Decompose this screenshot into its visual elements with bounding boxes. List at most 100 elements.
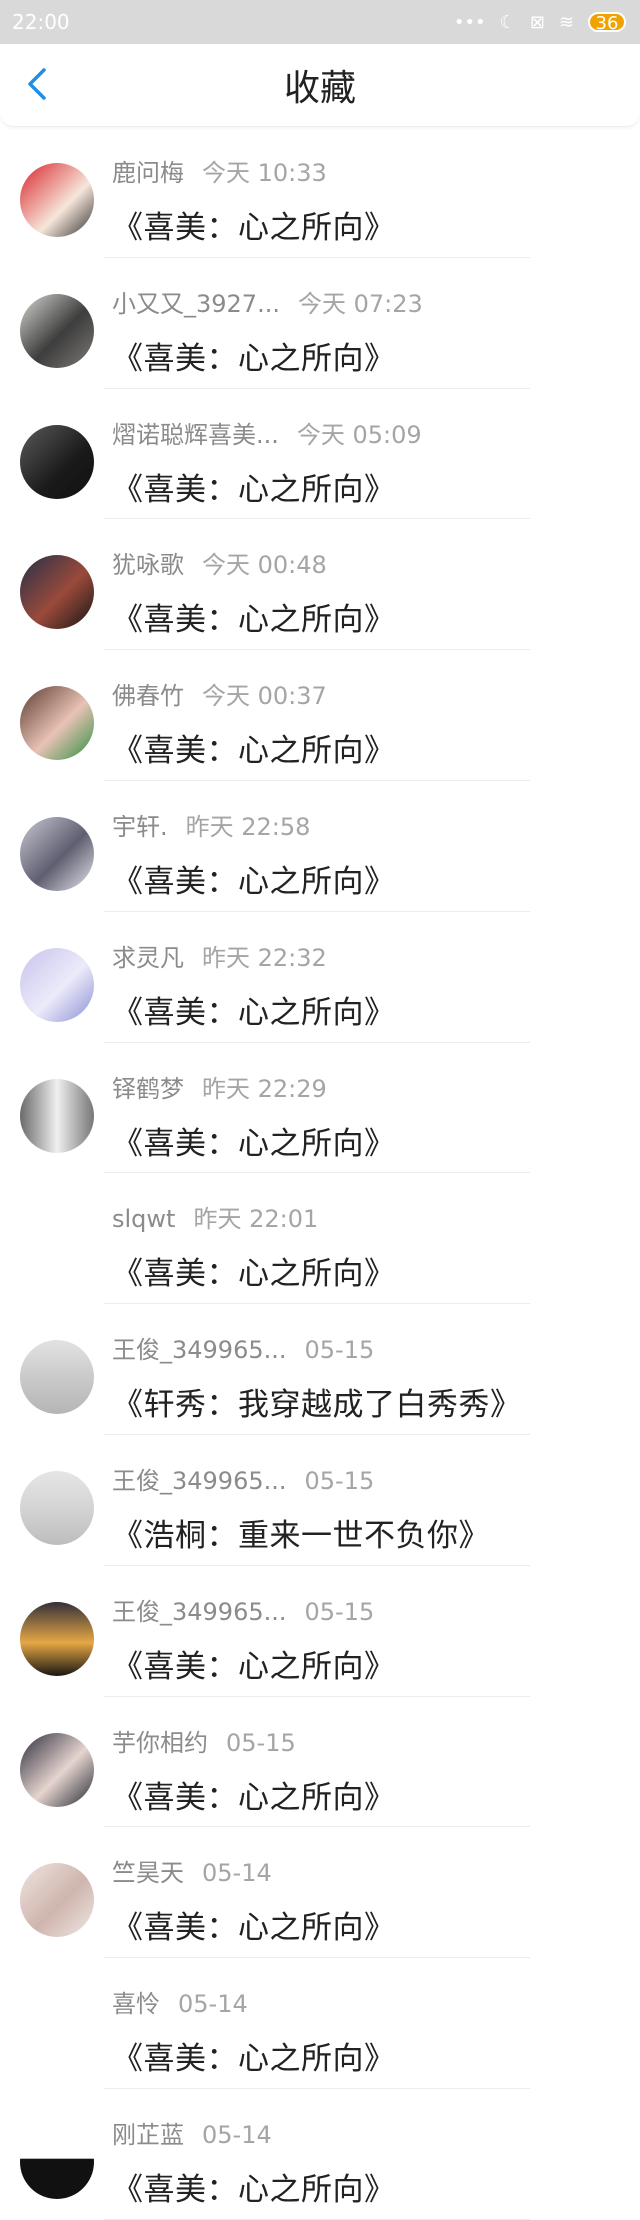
user-name[interactable]: 熠诺聪辉喜美... (112, 415, 279, 450)
list-item-content: 犹咏歌 今天 00:48 《喜美：心之所向》 (112, 545, 640, 649)
timestamp: 05-15 (304, 1597, 375, 1626)
user-name[interactable]: 喜怜 (112, 1984, 160, 2019)
list-item-content: 刚芷蓝 05-14 《喜美：心之所向》 (112, 2115, 640, 2219)
book-title[interactable]: 《喜美：心之所向》 (112, 725, 640, 770)
book-title[interactable]: 《喜美：心之所向》 (112, 856, 640, 901)
book-title[interactable]: 《喜美：心之所向》 (112, 464, 640, 509)
avatar[interactable] (20, 1601, 94, 1676)
battery-icon: 36 (588, 12, 626, 34)
list-item-meta: 刚芷蓝 05-14 (112, 2115, 640, 2150)
list-item[interactable]: 喜怜 05-14 《喜美：心之所向》 (0, 1958, 640, 2089)
book-title[interactable]: 《轩秀：我穿越成了白秀秀》 (112, 1379, 640, 1424)
page-title: 收藏 (283, 68, 356, 109)
avatar[interactable] (20, 1340, 94, 1415)
list-item-content: slqwt 昨天 22:01 《喜美：心之所向》 (112, 1199, 640, 1303)
list-item-content: 喜怜 05-14 《喜美：心之所向》 (112, 1984, 640, 2088)
list-item[interactable]: 王俊_349965... 05-15 《轩秀：我穿越成了白秀秀》 (0, 1304, 640, 1435)
avatar[interactable] (20, 555, 94, 630)
avatar[interactable] (20, 1078, 94, 1153)
avatar[interactable] (20, 1994, 94, 2069)
book-title[interactable]: 《喜美：心之所向》 (112, 594, 640, 639)
list-item-meta: 小又又_3927... 今天 07:23 (112, 284, 640, 319)
list-item-content: 佛春竹 今天 00:37 《喜美：心之所向》 (112, 676, 640, 780)
user-name[interactable]: 王俊_349965... (112, 1592, 287, 1627)
list-item[interactable]: 佛春竹 今天 00:37 《喜美：心之所向》 (0, 650, 640, 781)
timestamp: 05-14 (202, 1859, 272, 1888)
book-title[interactable]: 《喜美：心之所向》 (112, 1772, 640, 1817)
list-item[interactable]: 芋你相约 05-15 《喜美：心之所向》 (0, 1697, 640, 1828)
user-name[interactable]: 宇轩. (112, 807, 168, 842)
timestamp: 昨天 22:01 (193, 1205, 319, 1234)
list-item-content: 宇轩. 昨天 22:58 《喜美：心之所向》 (112, 807, 640, 911)
list-item-meta: 犹咏歌 今天 00:48 (112, 545, 640, 580)
user-name[interactable]: 刚芷蓝 (112, 2115, 184, 2150)
avatar[interactable] (20, 1732, 94, 1807)
timestamp: 昨天 22:58 (185, 812, 311, 841)
list-item[interactable]: 犹咏歌 今天 00:48 《喜美：心之所向》 (0, 519, 640, 651)
book-title[interactable]: 《浩桐：重来一世不负你》 (112, 1510, 640, 1555)
status-icons: ••• ☾ ⊠ ≋ 36 (454, 12, 626, 34)
list-item-content: 铎鹤梦 昨天 22:29 《喜美：心之所向》 (112, 1069, 640, 1173)
user-name[interactable]: 芋你相约 (112, 1723, 208, 1758)
avatar[interactable] (20, 1209, 94, 1284)
user-name[interactable]: 犹咏歌 (112, 545, 184, 580)
list-item-content: 王俊_349965... 05-15 《喜美：心之所向》 (112, 1592, 640, 1696)
user-name[interactable]: 小又又_3927... (112, 284, 280, 319)
avatar[interactable] (20, 293, 94, 368)
list-item[interactable]: 小又又_3927... 今天 07:23 《喜美：心之所向》 (0, 258, 640, 389)
user-name[interactable]: 鹿问梅 (112, 153, 184, 188)
timestamp: 05-15 (226, 1728, 296, 1757)
book-title[interactable]: 《喜美：心之所向》 (112, 1902, 640, 1947)
book-title[interactable]: 《喜美：心之所向》 (112, 1641, 640, 1686)
header: 收藏 (0, 44, 640, 127)
timestamp: 今天 00:48 (202, 551, 327, 580)
avatar[interactable] (20, 2124, 94, 2199)
list-item[interactable]: 刚芷蓝 05-14 《喜美：心之所向》 (0, 2089, 640, 2220)
avatar[interactable] (20, 1863, 94, 1938)
list-item[interactable]: 王俊_349965... 05-15 《浩桐：重来一世不负你》 (0, 1435, 640, 1566)
book-title[interactable]: 《喜美：心之所向》 (112, 1118, 640, 1163)
list-item[interactable]: 铎鹤梦 昨天 22:29 《喜美：心之所向》 (0, 1043, 640, 1174)
user-name[interactable]: 佛春竹 (112, 676, 184, 711)
list-item-content: 王俊_349965... 05-15 《浩桐：重来一世不负你》 (112, 1461, 640, 1565)
book-title[interactable]: 《喜美：心之所向》 (112, 333, 640, 378)
list-item[interactable]: 鹿问梅 今天 10:33 《喜美：心之所向》 (0, 127, 640, 258)
list-item-meta: 佛春竹 今天 00:37 (112, 676, 640, 711)
list-item-content: 小又又_3927... 今天 07:23 《喜美：心之所向》 (112, 284, 640, 388)
list-item[interactable]: 熠诺聪辉喜美... 今天 05:09 《喜美：心之所向》 (0, 389, 640, 520)
user-name[interactable]: slqwt (112, 1205, 175, 1233)
timestamp: 今天 05:09 (296, 420, 422, 449)
avatar[interactable] (20, 424, 94, 499)
list-item[interactable]: 王俊_349965... 05-15 《喜美：心之所向》 (0, 1566, 640, 1697)
list-item[interactable]: 宇轩. 昨天 22:58 《喜美：心之所向》 (0, 781, 640, 912)
user-name[interactable]: 王俊_349965... (112, 1330, 287, 1365)
book-title[interactable]: 《喜美：心之所向》 (112, 1248, 640, 1293)
book-title[interactable]: 《喜美：心之所向》 (112, 202, 640, 247)
user-name[interactable]: 王俊_349965... (112, 1461, 287, 1496)
avatar[interactable] (20, 686, 94, 761)
list-item-content: 芋你相约 05-15 《喜美：心之所向》 (112, 1723, 640, 1827)
timestamp: 05-15 (304, 1466, 375, 1495)
list-item-meta: 王俊_349965... 05-15 (112, 1592, 640, 1627)
battery-level: 36 (595, 13, 619, 34)
list-item-meta: 王俊_349965... 05-15 (112, 1461, 640, 1496)
timestamp: 今天 00:37 (202, 682, 327, 711)
avatar[interactable] (20, 816, 94, 891)
user-name[interactable]: 竺昊天 (112, 1853, 184, 1888)
back-button[interactable] (20, 66, 54, 102)
list-item-content: 鹿问梅 今天 10:33 《喜美：心之所向》 (112, 153, 640, 257)
avatar[interactable] (20, 1470, 94, 1545)
list-item-content: 求灵凡 昨天 22:32 《喜美：心之所向》 (112, 938, 640, 1042)
avatar[interactable] (20, 163, 94, 237)
book-title[interactable]: 《喜美：心之所向》 (112, 2164, 640, 2209)
user-name[interactable]: 求灵凡 (112, 938, 184, 973)
list-item[interactable]: 竺昊天 05-14 《喜美：心之所向》 (0, 1827, 640, 1959)
status-bar: 22:00 ••• ☾ ⊠ ≋ 36 (0, 0, 640, 44)
user-name[interactable]: 铎鹤梦 (112, 1069, 184, 1104)
timestamp: 昨天 22:32 (202, 943, 327, 972)
list-item[interactable]: 求灵凡 昨天 22:32 《喜美：心之所向》 (0, 912, 640, 1043)
avatar[interactable] (20, 947, 94, 1022)
book-title[interactable]: 《喜美：心之所向》 (112, 987, 640, 1032)
book-title[interactable]: 《喜美：心之所向》 (112, 2033, 640, 2078)
list-item[interactable]: slqwt 昨天 22:01 《喜美：心之所向》 (0, 1173, 640, 1305)
